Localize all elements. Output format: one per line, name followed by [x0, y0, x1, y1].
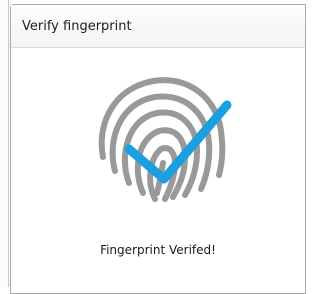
status-message: Fingerprint Verifed!	[100, 243, 216, 257]
screen: Verify fingerprint Fingerprint Verifed!	[0, 0, 306, 294]
window-edge-line	[8, 0, 9, 287]
fingerprint-verified-graphic	[89, 67, 239, 207]
verify-fingerprint-dialog: Verify fingerprint Fingerprint Verifed!	[10, 4, 306, 294]
checkmark-icon	[124, 100, 232, 184]
dialog-title-bar[interactable]: Verify fingerprint	[11, 5, 305, 48]
dialog-title: Verify fingerprint	[22, 19, 132, 34]
background-window-edge	[0, 0, 10, 287]
